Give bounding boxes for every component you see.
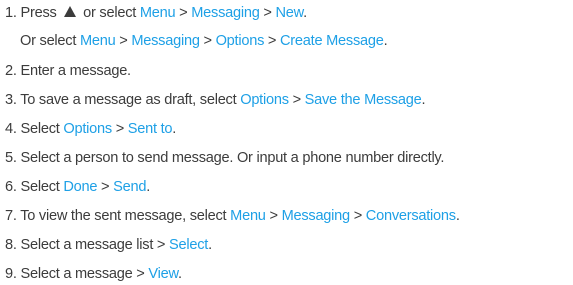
step-4: 4. Select Options > Sent to. (5, 118, 573, 140)
step-1: 1. Press or select Menu > Messaging > Ne… (5, 2, 573, 24)
instruction-text: . (303, 5, 307, 21)
instruction-text: or select (79, 5, 140, 21)
instruction-text: . (146, 179, 151, 195)
menu-path-item: Conversations (365, 208, 456, 224)
instruction-text: > (288, 92, 305, 108)
menu-path-item: Options (63, 121, 112, 137)
step-number: 9. (5, 266, 17, 282)
menu-path-item: Options (240, 92, 289, 108)
menu-path-item: Sent to (127, 121, 173, 137)
instruction-text: > (265, 208, 282, 224)
step-number: 5. (5, 150, 17, 166)
step-number: 4. (5, 121, 17, 137)
instruction-text: Press (20, 5, 61, 21)
menu-path-item: Menu (79, 33, 116, 49)
instruction-text: . (177, 266, 182, 282)
instruction-text: . (383, 33, 388, 49)
menu-path-item: Create Message (280, 33, 384, 49)
step-6: 6. Select Done > Send. (5, 176, 573, 198)
menu-path-item: Done (63, 179, 98, 195)
instruction-text: To save a message as draft, select (20, 92, 241, 108)
menu-path-item: View (148, 266, 178, 282)
menu-path-item: Options (215, 33, 265, 49)
instruction-text: Select a message > (20, 266, 149, 282)
instruction-text: > (111, 121, 128, 137)
step-number: 3. (5, 92, 17, 108)
step-number: 1. (5, 5, 17, 21)
step-9: 9. Select a message > View. (5, 263, 573, 285)
step-7: 7. To view the sent message, select Menu… (5, 205, 573, 227)
instruction-text: . (172, 121, 177, 137)
step-3: 3. To save a message as draft, select Op… (5, 89, 573, 111)
instruction-text: Select (20, 121, 64, 137)
instruction-text: > (349, 208, 366, 224)
instruction-text: Enter a message. (20, 63, 131, 79)
instruction-text: Or select (20, 33, 80, 49)
menu-path-item: Send (113, 179, 147, 195)
instruction-list: 1. Press or select Menu > Messaging > Ne… (0, 0, 573, 285)
menu-path-item: Menu (139, 5, 176, 21)
menu-path-item: Select (169, 237, 209, 253)
instruction-text: . (421, 92, 426, 108)
menu-path-item: Menu (230, 208, 266, 224)
step-number: 7. (5, 208, 17, 224)
instruction-text: > (259, 5, 276, 21)
menu-path-item: New (275, 5, 304, 21)
menu-path-item: Messaging (191, 5, 260, 21)
instruction-text: . (455, 208, 460, 224)
menu-path-item: Save the Message (304, 92, 422, 108)
instruction-text: Select a message list > (20, 237, 170, 253)
step-2: 2. Enter a message. (5, 60, 573, 82)
step-1-alternative: Or select Menu > Messaging > Options > C… (5, 30, 573, 52)
menu-path-item: Messaging (131, 33, 200, 49)
instruction-text: Select a person to send message. Or inpu… (20, 150, 445, 166)
instruction-text: . (208, 237, 212, 253)
step-number: 8. (5, 237, 17, 253)
instruction-text: Select (20, 179, 64, 195)
instruction-text: > (199, 33, 216, 49)
up-arrow-icon (64, 6, 77, 17)
menu-path-item: Messaging (281, 208, 351, 224)
instruction-text: > (115, 33, 132, 49)
step-number: 2. (5, 63, 17, 79)
instruction-text: > (264, 33, 281, 49)
step-8: 8. Select a message list > Select. (5, 234, 573, 256)
step-number: 6. (5, 179, 17, 195)
instruction-text: To view the sent message, select (20, 208, 231, 224)
step-5: 5. Select a person to send message. Or i… (5, 147, 573, 169)
instruction-text: > (175, 5, 192, 21)
instruction-text: > (97, 179, 114, 195)
